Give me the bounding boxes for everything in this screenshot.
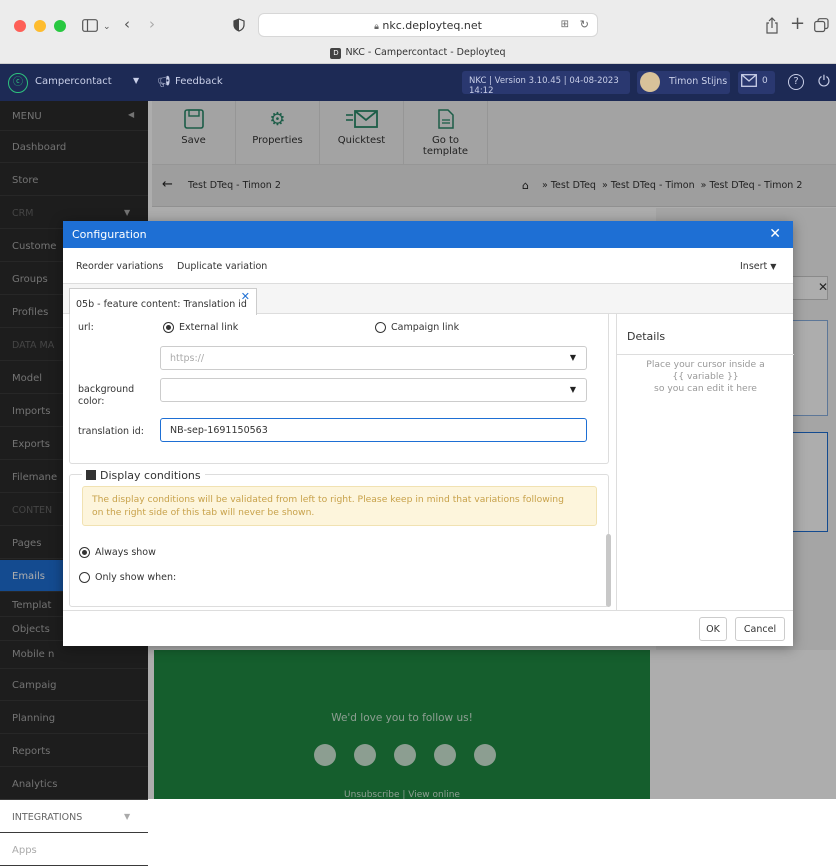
modal-action-bar: Reorder variations Duplicate variation I… <box>63 248 793 284</box>
details-title: Details <box>627 330 666 343</box>
close-tab-icon[interactable]: ✕ <box>241 290 250 303</box>
variation-tabs: 05b - feature content: Translation id ✕ <box>63 284 793 315</box>
details-help: Place your cursor inside a {{ variable }… <box>617 359 794 395</box>
tab-overview-icon[interactable] <box>814 18 829 36</box>
ok-label: OK <box>706 624 720 635</box>
content-fields-panel: url: External link Campaign link https:/… <box>69 314 609 464</box>
sidebar-item-label: Apps <box>12 845 37 856</box>
background-color-select[interactable]: ▼ <box>160 378 587 402</box>
url-placeholder: https:// <box>170 353 205 364</box>
tab-title: NKC - Campercontact - Deployteq <box>345 47 506 58</box>
mail-button[interactable]: 0 <box>738 71 775 94</box>
browser-toolbar: ⌄ ‹ › 🔒︎ nkc.deployteq.net ⊞ ↻ + D NKC - … <box>0 0 836 64</box>
translation-id-input[interactable]: NB-sep-1691150563 <box>160 418 587 442</box>
campaign-link-label: Campaign link <box>391 322 460 333</box>
caret-down-icon: ▼ <box>124 812 131 821</box>
always-show-label: Always show <box>95 547 156 558</box>
user-menu[interactable]: Timon Stijns <box>637 71 730 94</box>
translation-id-value: NB-sep-1691150563 <box>170 425 268 436</box>
megaphone-icon: 📢︎ <box>157 75 171 88</box>
modal-footer: OK Cancel <box>63 610 793 646</box>
caret-down-icon: ▼ <box>569 353 576 362</box>
help-line3: so you can edit it here <box>654 383 757 394</box>
url-input[interactable]: https:// ▼ <box>160 346 587 370</box>
envelope-icon <box>741 74 757 90</box>
translation-id-label: translation id: <box>78 426 144 437</box>
configuration-modal: Configuration ✕ Reorder variations Dupli… <box>63 221 794 646</box>
display-conditions-title: Display conditions <box>100 469 201 482</box>
alert-line2: on the right side of this tab will never… <box>92 507 315 518</box>
divider <box>617 354 794 355</box>
translate-icon[interactable]: ⊞ <box>561 19 569 30</box>
background-label-line2: color: <box>78 396 105 407</box>
sidebar-section-integrations[interactable]: INTEGRATIONS ▼ <box>0 801 148 833</box>
insert-dropdown[interactable]: Insert ▼ <box>740 261 776 272</box>
close-window-button[interactable] <box>14 20 26 32</box>
help-line2: {{ variable }} <box>672 371 739 382</box>
insert-label: Insert <box>740 261 768 272</box>
alert-line1: The display conditions will be validated… <box>92 494 564 505</box>
back-arrow-icon[interactable]: ‹ <box>124 17 130 32</box>
favicon: D <box>330 48 342 59</box>
reorder-variations-button[interactable]: Reorder variations <box>76 261 163 272</box>
display-conditions-panel: Display conditions The display condition… <box>69 469 609 607</box>
help-line1: Place your cursor inside a <box>646 359 765 370</box>
display-conditions-alert: The display conditions will be validated… <box>82 486 597 526</box>
sidebar-toggle-icon[interactable] <box>82 19 98 35</box>
only-show-when-label: Only show when: <box>95 572 177 583</box>
sidebar-section-label: INTEGRATIONS <box>12 812 83 823</box>
always-show-radio[interactable] <box>79 547 90 558</box>
caret-down-icon: ▼ <box>569 385 576 394</box>
brand-name[interactable]: Campercontact <box>35 76 112 87</box>
campaign-link-radio[interactable] <box>375 322 386 333</box>
chevron-down-icon[interactable]: ⌄ <box>103 20 111 35</box>
close-icon[interactable]: ✕ <box>769 226 781 242</box>
modal-header: Configuration ✕ <box>63 221 793 248</box>
version-badge: NKC | Version 3.10.45 | 04-08-2023 14:12 <box>462 71 630 96</box>
only-show-when-radio[interactable] <box>79 572 90 583</box>
app-header: ⓒ Campercontact ▼ 📢︎ Feedback NKC | Vers… <box>0 64 836 101</box>
address-bar[interactable]: 🔒︎ nkc.deployteq.net ⊞ ↻ <box>258 13 598 37</box>
tab-variation[interactable]: 05b - feature content: Translation id ✕ <box>69 288 257 315</box>
cancel-button[interactable]: Cancel <box>735 617 785 641</box>
external-link-label: External link <box>179 322 239 333</box>
caret-down-icon[interactable]: ▼ <box>133 76 139 85</box>
minimize-window-button[interactable] <box>34 20 46 32</box>
form-scrollbar[interactable] <box>606 534 611 607</box>
variation-form: url: External link Campaign link https:/… <box>69 314 609 610</box>
forward-arrow-icon[interactable]: › <box>149 17 155 32</box>
zoom-window-button[interactable] <box>54 20 66 32</box>
shield-icon[interactable] <box>233 18 245 35</box>
user-name: Timon Stijns <box>669 76 728 87</box>
power-icon[interactable]: ⏻ <box>818 72 830 90</box>
url-label: url: <box>78 322 94 333</box>
share-icon[interactable] <box>765 17 779 37</box>
url-text: nkc.deployteq.net <box>382 19 482 32</box>
external-link-radio[interactable] <box>163 322 174 333</box>
browser-tab[interactable]: D NKC - Campercontact - Deployteq <box>0 47 836 59</box>
reload-icon[interactable]: ↻ <box>580 18 589 31</box>
lock-icon: 🔒︎ <box>374 22 379 32</box>
tab-label: 05b - feature content: Translation id <box>76 299 247 310</box>
caret-down-icon: ▼ <box>770 262 777 271</box>
brand-logo-icon: ⓒ <box>8 73 28 93</box>
modal-title: Configuration <box>72 228 147 241</box>
collapse-toggle-icon[interactable] <box>86 470 96 480</box>
sidebar-item-apps[interactable]: Apps <box>0 834 148 866</box>
display-conditions-legend[interactable]: Display conditions <box>82 469 205 482</box>
duplicate-variation-button[interactable]: Duplicate variation <box>177 261 267 272</box>
help-icon[interactable]: ? <box>788 74 804 90</box>
background-color-label: background color: <box>78 384 134 408</box>
cancel-label: Cancel <box>743 624 777 635</box>
new-tab-icon[interactable]: + <box>790 15 805 33</box>
details-panel: Details Place your cursor inside a {{ va… <box>616 314 794 610</box>
avatar <box>640 72 660 92</box>
ok-button[interactable]: OK <box>699 617 727 641</box>
background-label-line1: background <box>78 384 135 395</box>
feedback-link[interactable]: Feedback <box>175 76 223 87</box>
version-text: NKC | Version 3.10.45 | 04-08-2023 14:12 <box>469 76 619 96</box>
mail-count: 0 <box>762 76 768 86</box>
